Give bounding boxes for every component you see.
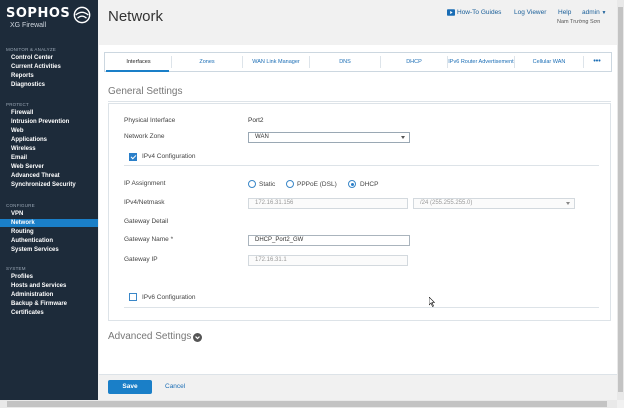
tab-ipv6-router-advertisement[interactable]: IPv6 Router Advertisement xyxy=(448,53,514,71)
how-to-guides-link[interactable]: How-To Guides xyxy=(457,9,501,16)
sidebar-item-diagnostics[interactable]: Diagnostics xyxy=(0,81,98,89)
gateway-name-field[interactable]: DHCP_Port2_GW xyxy=(248,235,410,246)
sidebar-section-configure: CONFIGURE xyxy=(6,203,35,208)
general-settings-title: General Settings xyxy=(108,86,183,97)
guides-icon[interactable] xyxy=(447,9,455,16)
sidebar-section-system: SYSTEM xyxy=(6,266,26,271)
subsection-divider xyxy=(124,307,599,308)
brand: SOPHOS XG Firewall xyxy=(6,6,94,36)
dhcp-radio-label: DHCP xyxy=(360,181,379,188)
sidebar-item-synchronized-security[interactable]: Synchronized Security xyxy=(0,181,98,189)
sidebar-item-vpn[interactable]: VPN xyxy=(0,210,98,218)
netmask-value: /24 (255.255.255.0) xyxy=(420,200,473,206)
horizontal-scrollbar-thumb[interactable] xyxy=(7,401,607,407)
netmask-select[interactable]: /24 (255.255.255.0) xyxy=(413,198,575,209)
sidebar-item-routing[interactable]: Routing xyxy=(0,228,98,236)
save-button[interactable]: Save xyxy=(108,380,152,394)
chevron-down-circle-icon[interactable] xyxy=(193,333,202,342)
admin-menu[interactable]: admin ▼ xyxy=(582,9,606,16)
sidebar-item-control-center[interactable]: Control Center xyxy=(0,54,98,62)
chevron-down-icon xyxy=(566,202,570,205)
ipv6-configuration-label: IPv6 Configuration xyxy=(142,294,196,301)
tab-dhcp[interactable]: DHCP xyxy=(381,53,447,71)
caret-down-icon: ▼ xyxy=(601,10,607,16)
sidebar-item-web[interactable]: Web xyxy=(0,127,98,135)
ip-assignment-label: IP Assignment xyxy=(124,180,166,187)
sidebar-item-hosts-and-services[interactable]: Hosts and Services xyxy=(0,282,98,290)
subsection-divider xyxy=(124,165,599,166)
sidebar-item-wireless[interactable]: Wireless xyxy=(0,145,98,153)
sidebar-item-system-services[interactable]: System Services xyxy=(0,246,98,254)
sidebar-item-certificates[interactable]: Certificates xyxy=(0,309,98,317)
sidebar: SOPHOS XG Firewall MONITOR & ANALYZE Con… xyxy=(0,0,98,400)
sidebar-item-network[interactable]: Network xyxy=(0,219,98,227)
sidebar-item-firewall[interactable]: Firewall xyxy=(0,109,98,117)
sidebar-item-web-server[interactable]: Web Server xyxy=(0,163,98,171)
log-viewer-link[interactable]: Log Viewer xyxy=(514,9,546,16)
advanced-settings-title[interactable]: Advanced Settings xyxy=(108,331,191,342)
gateway-ip-label: Gateway IP xyxy=(124,256,158,263)
gateway-name-label: Gateway Name * xyxy=(124,236,174,243)
sidebar-item-intrusion-prevention[interactable]: Intrusion Prevention xyxy=(0,118,98,126)
sidebar-section-protect: PROTECT xyxy=(6,102,29,107)
sidebar-item-backup-firmware[interactable]: Backup & Firmware xyxy=(0,300,98,308)
mouse-cursor-icon xyxy=(429,297,435,307)
dhcp-radio[interactable] xyxy=(348,180,356,188)
ipv4-configuration-checkbox[interactable] xyxy=(129,153,137,161)
sidebar-item-applications[interactable]: Applications xyxy=(0,136,98,144)
tab-dns[interactable]: DNS xyxy=(310,53,380,71)
pppoe-radio[interactable] xyxy=(286,180,294,188)
help-link[interactable]: Help xyxy=(558,9,571,16)
physical-interface-value: Port2 xyxy=(248,117,264,124)
active-tab-indicator xyxy=(106,70,169,72)
sidebar-section-monitor: MONITOR & ANALYZE xyxy=(6,47,56,52)
sidebar-item-profiles[interactable]: Profiles xyxy=(0,273,98,281)
tab-more[interactable]: ••• xyxy=(584,53,610,71)
static-radio[interactable] xyxy=(248,180,256,188)
tab-zones[interactable]: Zones xyxy=(172,53,242,71)
tab-cellular-wan[interactable]: Cellular WAN xyxy=(515,53,583,71)
sidebar-item-current-activities[interactable]: Current Activities xyxy=(0,63,98,71)
brand-product: XG Firewall xyxy=(10,22,47,29)
section-divider xyxy=(108,101,611,102)
physical-interface-label: Physical Interface xyxy=(124,117,176,124)
sidebar-item-advanced-threat[interactable]: Advanced Threat xyxy=(0,172,98,180)
tab-wan-link-manager[interactable]: WAN Link Manager xyxy=(243,53,309,71)
tab-interfaces[interactable]: Interfaces xyxy=(107,53,170,71)
static-radio-label: Static xyxy=(259,181,276,188)
pppoe-radio-label: PPPoE (DSL) xyxy=(297,181,337,188)
ipv4-netmask-label: IPv4/Netmask xyxy=(124,199,165,206)
ipv4-configuration-label: IPv4 Configuration xyxy=(142,153,196,160)
footer-divider xyxy=(99,374,617,375)
sidebar-item-authentication[interactable]: Authentication xyxy=(0,237,98,245)
gateway-detail-label: Gateway Detail xyxy=(124,218,169,225)
sidebar-item-email[interactable]: Email xyxy=(0,154,98,162)
vertical-scrollbar-thumb[interactable] xyxy=(618,7,623,392)
brand-name: SOPHOS xyxy=(6,6,71,21)
ipv6-configuration-checkbox[interactable] xyxy=(129,293,137,301)
sophos-logo-icon xyxy=(73,6,91,24)
ipv4-address-field[interactable]: 172.16.31.156 xyxy=(248,198,408,209)
sidebar-item-administration[interactable]: Administration xyxy=(0,291,98,299)
admin-label: admin xyxy=(582,9,600,16)
chevron-down-icon xyxy=(401,136,405,139)
sidebar-item-reports[interactable]: Reports xyxy=(0,72,98,80)
network-zone-value: WAN xyxy=(255,134,269,140)
network-zone-select[interactable]: WAN xyxy=(248,132,410,143)
gateway-ip-field[interactable]: 172.16.31.1 xyxy=(248,255,408,266)
user-name: Nam Trường Sơn xyxy=(557,19,601,25)
tab-bar: Interfaces Zones WAN Link Manager DNS DH… xyxy=(104,52,612,72)
page-title: Network xyxy=(108,8,164,25)
network-zone-label: Network Zone xyxy=(124,133,165,140)
cancel-button[interactable]: Cancel xyxy=(165,383,185,390)
